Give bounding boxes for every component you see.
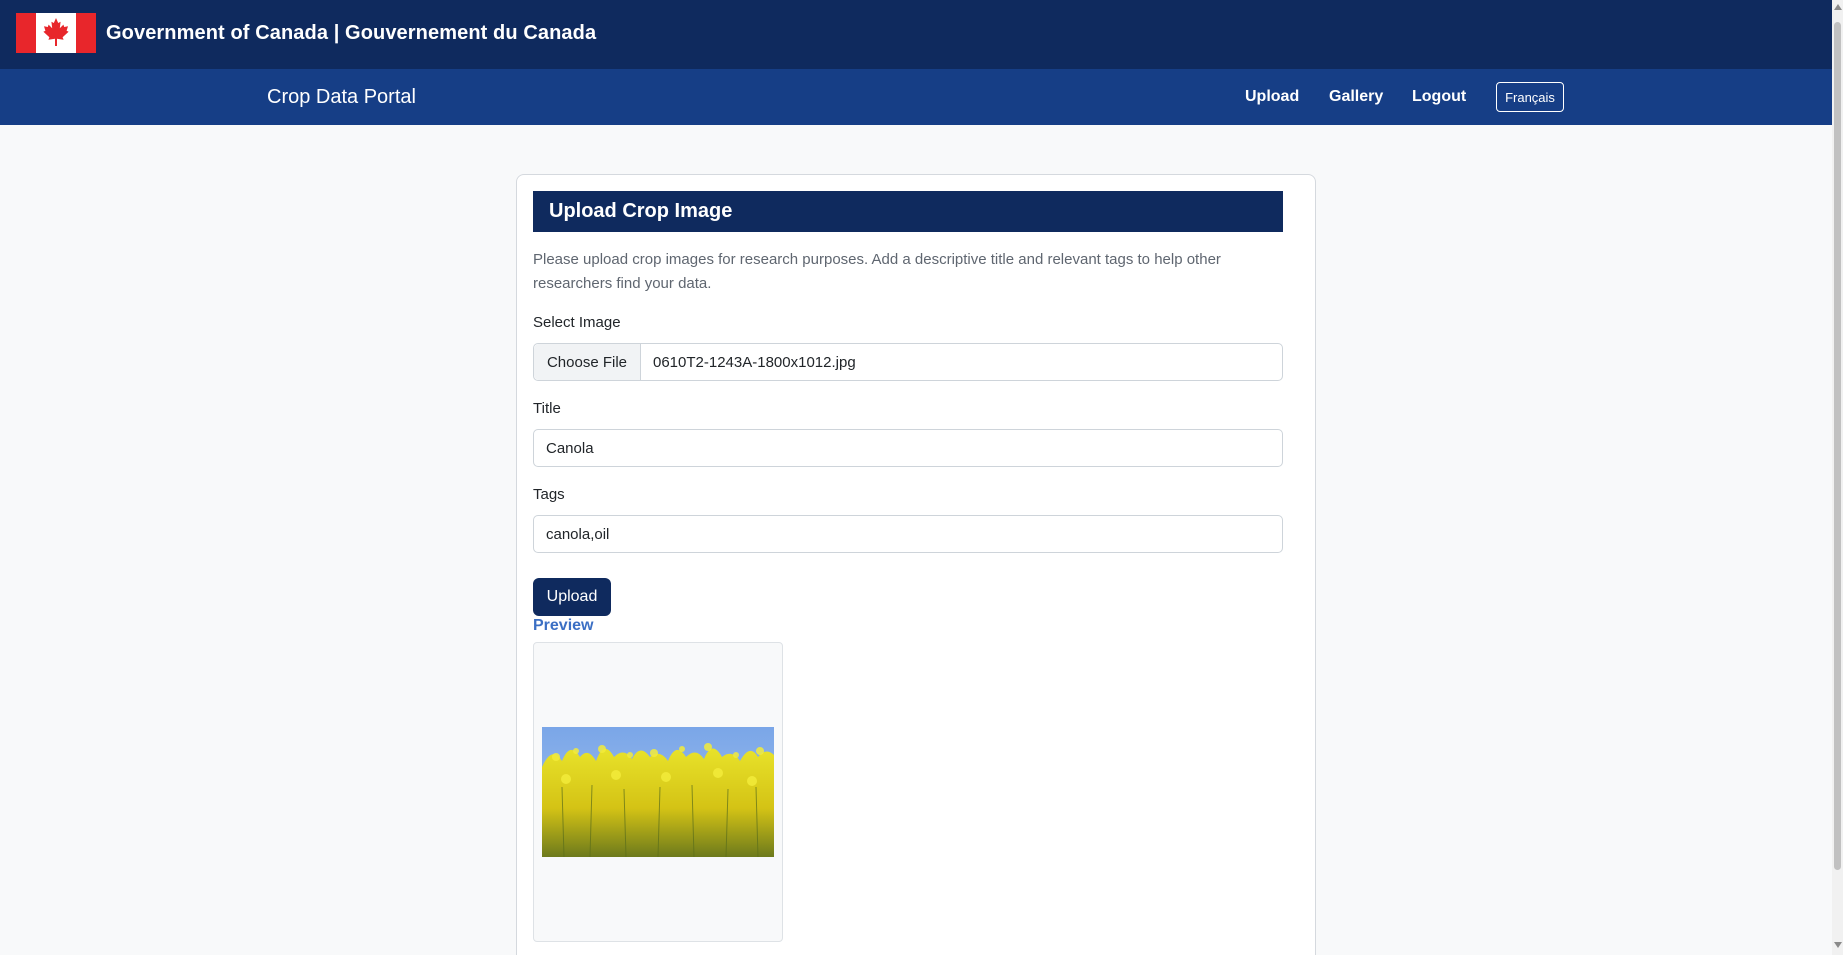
scroll-up-arrow-icon[interactable]	[1834, 4, 1842, 10]
title-label: Title	[533, 400, 561, 417]
canada-flag-icon	[16, 13, 96, 53]
intro-text: Please upload crop images for research p…	[533, 251, 1221, 292]
nav-link-gallery[interactable]: Gallery	[1329, 88, 1383, 106]
file-input[interactable]: Choose File 0610T2-1243A-1800x1012.jpg	[533, 343, 1283, 381]
scroll-down-arrow-icon[interactable]	[1834, 942, 1842, 948]
upload-button[interactable]: Upload	[533, 578, 611, 616]
page: Government of Canada | Gouvernement du C…	[0, 0, 1843, 955]
preview-label: Preview	[533, 617, 594, 634]
tags-label: Tags	[533, 486, 565, 503]
maple-leaf-icon	[43, 18, 69, 46]
upload-card: Upload Crop Image Please upload crop ima…	[516, 174, 1316, 955]
government-title: Government of Canada | Gouvernement du C…	[106, 22, 597, 44]
card-heading: Upload Crop Image	[533, 191, 1283, 232]
government-header: Government of Canada | Gouvernement du C…	[0, 0, 1832, 69]
preview-container	[533, 642, 783, 942]
language-toggle-button[interactable]: Français	[1496, 82, 1564, 112]
image-label: Select Image	[533, 314, 621, 331]
site-brand[interactable]: Crop Data Portal	[267, 86, 416, 109]
main-navbar: Crop Data Portal Upload Gallery Logout F…	[0, 69, 1832, 125]
preview-image	[542, 727, 774, 857]
nav-link-logout[interactable]: Logout	[1412, 88, 1466, 106]
title-input[interactable]: Canola	[533, 429, 1283, 467]
tags-input[interactable]: canola,oil	[533, 515, 1283, 553]
choose-file-button[interactable]: Choose File	[534, 344, 641, 380]
page-scrollbar[interactable]	[1832, 0, 1843, 955]
scroll-thumb[interactable]	[1834, 22, 1841, 870]
file-name: 0610T2-1243A-1800x1012.jpg	[653, 353, 856, 371]
nav-link-upload[interactable]: Upload	[1245, 88, 1299, 106]
